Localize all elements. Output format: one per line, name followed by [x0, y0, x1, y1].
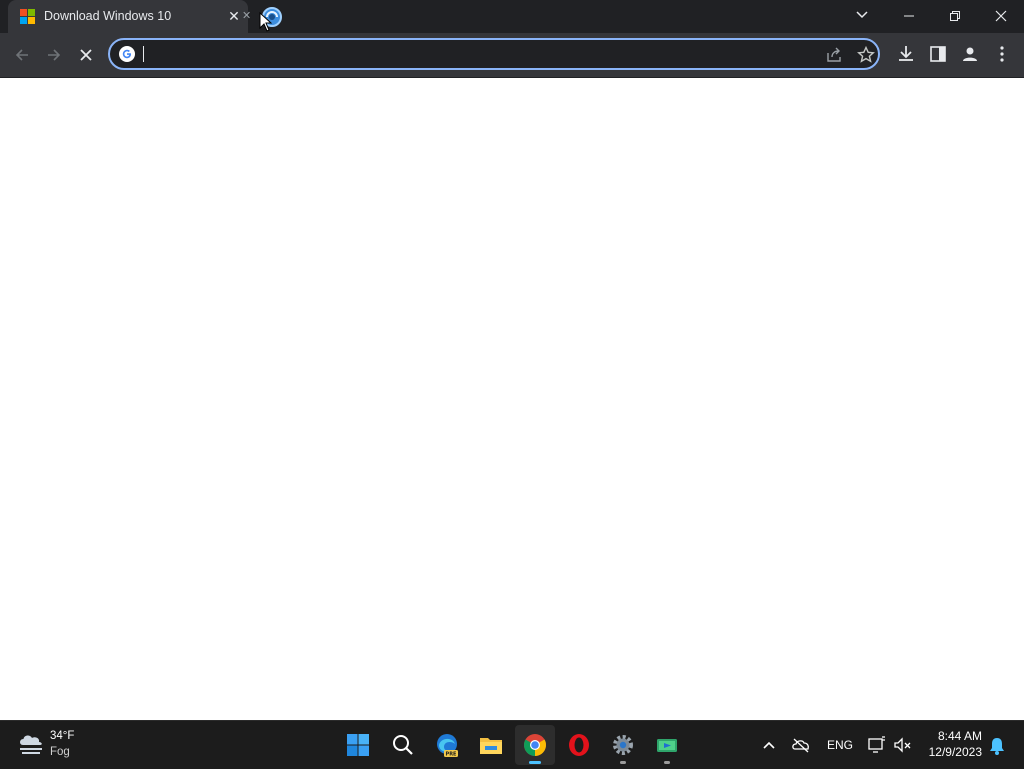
chevron-down-icon[interactable]	[850, 6, 874, 24]
tab-download-windows-10[interactable]: Download Windows 10 ✕	[8, 0, 248, 33]
tab-close-button[interactable]: ✕	[226, 8, 242, 24]
search-button[interactable]	[383, 725, 423, 765]
network-icon[interactable]	[867, 735, 887, 755]
forward-arrow-icon	[48, 49, 61, 61]
edge-preview-button[interactable]: PRE	[427, 725, 467, 765]
windows-start-icon	[347, 734, 369, 756]
back-button[interactable]	[7, 39, 37, 69]
windows-logo-icon	[20, 9, 35, 24]
text-caret	[143, 46, 144, 62]
edge-pre-icon: PRE	[437, 734, 458, 758]
tab-strip: Download Windows 10 ✕ ✕	[0, 0, 1024, 33]
active-app-indicator	[529, 761, 541, 764]
chrome-taskbar-button[interactable]	[515, 725, 555, 765]
address-input[interactable]	[143, 44, 803, 64]
page-content[interactable]	[0, 78, 1024, 720]
taskbar: 34°F Fog PRE ENG 8:44 AM 12/9/2023	[0, 720, 1024, 769]
forward-button[interactable]	[39, 39, 69, 69]
opera-button[interactable]	[559, 725, 599, 765]
tab-title: Download Windows 10	[44, 9, 172, 23]
close-window-button[interactable]	[978, 0, 1024, 30]
address-bar[interactable]	[108, 38, 880, 70]
notification-bell-icon[interactable]	[988, 736, 1006, 756]
chrome-icon	[524, 734, 546, 756]
side-panel-icon[interactable]	[927, 43, 949, 65]
back-arrow-icon	[15, 49, 28, 61]
onedrive-offline-icon[interactable]	[791, 735, 811, 755]
svg-text:PRE: PRE	[446, 752, 458, 758]
star-icon[interactable]	[856, 45, 876, 65]
opera-icon	[569, 734, 589, 756]
profile-icon[interactable]	[959, 43, 981, 65]
share-icon[interactable]	[824, 45, 844, 65]
file-explorer-button[interactable]	[471, 725, 511, 765]
running-app-indicator	[664, 761, 670, 764]
restore-icon	[950, 11, 960, 22]
tab-close-icon[interactable]: ✕	[242, 8, 251, 24]
folder-icon	[480, 738, 502, 754]
green-app-icon	[657, 739, 677, 752]
google-g-icon	[119, 46, 135, 62]
search-icon	[393, 735, 413, 755]
stop-loading-button[interactable]	[71, 39, 101, 69]
start-button[interactable]	[338, 725, 378, 765]
download-icon[interactable]	[895, 43, 917, 65]
browser-toolbar	[0, 33, 1024, 78]
kebab-menu-icon[interactable]	[991, 43, 1013, 65]
mouse-cursor-icon	[259, 12, 273, 32]
clock-date[interactable]: 12/9/2023	[918, 745, 982, 759]
chevron-up-icon[interactable]	[761, 735, 777, 755]
minimize-button[interactable]	[886, 0, 932, 30]
close-icon	[995, 10, 1007, 22]
stop-loading-icon	[80, 49, 92, 61]
weather-condition[interactable]: Fog	[50, 746, 70, 758]
running-app-indicator	[620, 761, 626, 764]
language-indicator[interactable]: ENG	[827, 738, 853, 758]
app-button[interactable]	[647, 725, 687, 765]
settings-button[interactable]	[603, 725, 643, 765]
fog-cloud-icon[interactable]	[16, 730, 46, 758]
gear-icon	[613, 735, 633, 755]
volume-muted-icon[interactable]	[893, 735, 913, 755]
clock-time[interactable]: 8:44 AM	[918, 729, 982, 743]
minimize-icon	[904, 15, 914, 17]
weather-temperature[interactable]: 34°F	[50, 730, 74, 742]
restore-button[interactable]	[932, 0, 978, 30]
